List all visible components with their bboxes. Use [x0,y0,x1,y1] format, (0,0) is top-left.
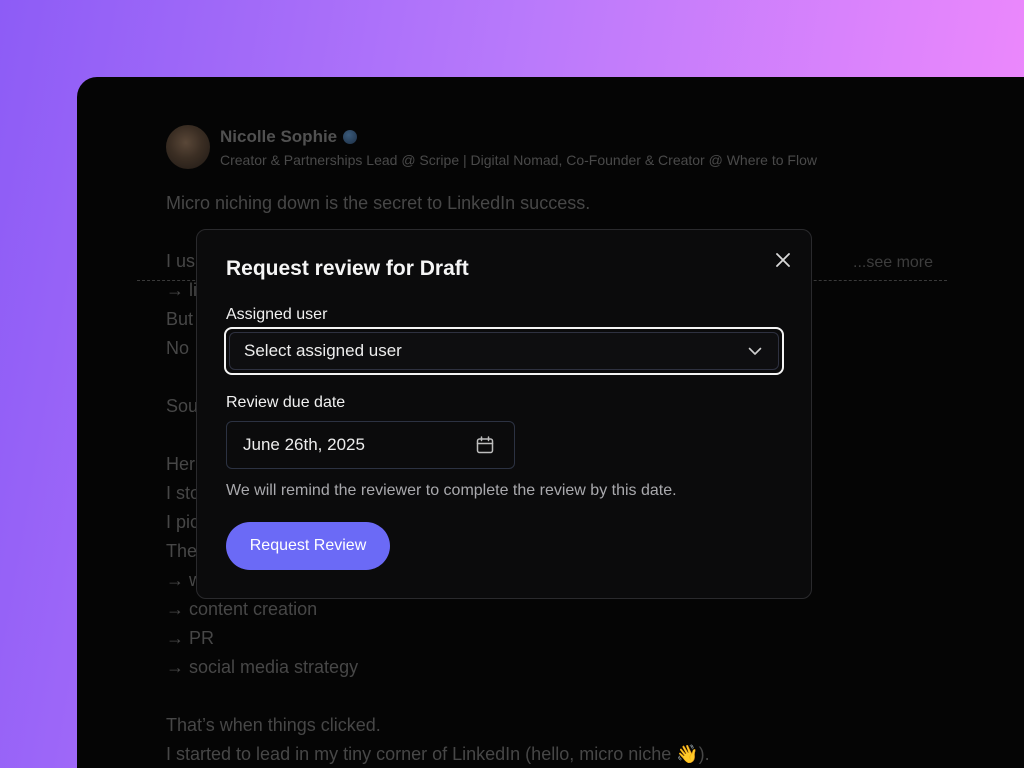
chevron-down-icon [748,347,762,355]
due-date-picker[interactable]: June 26th, 2025 [226,421,515,469]
see-more-link[interactable]: ...see more [853,254,933,272]
calendar-icon [476,436,494,454]
post-line: → PR [166,628,215,648]
post-line: → content creation [166,599,318,619]
close-button[interactable] [772,249,794,271]
post-line: That’s when things clicked. [166,715,381,735]
post-author: Nicolle Sophie Creator & Partnerships Le… [166,125,986,169]
assigned-user-select[interactable]: Select assigned user [224,327,784,375]
due-date-label: Review due date [226,394,346,411]
avatar[interactable] [166,125,210,169]
due-date-value: June 26th, 2025 [243,435,365,454]
post-line: I started to lead in my tiny corner of L… [166,744,710,764]
assigned-user-label: Assigned user [226,306,328,323]
due-date-helper-text: We will remind the reviewer to complete … [226,482,677,499]
post-line: Micro niching down is the secret to Link… [166,193,591,213]
author-headline: Creator & Partnerships Lead @ Scripe | D… [220,151,817,168]
post-line: → social media strategy [166,657,359,677]
assigned-user-placeholder: Select assigned user [244,341,402,360]
globe-icon [343,129,358,144]
post-line [166,682,986,711]
close-icon [776,253,790,267]
author-name[interactable]: Nicolle Sophie [220,127,337,147]
dialog-title: Request review for Draft [226,257,469,280]
request-review-dialog: Request review for Draft Assigned user S… [196,229,812,599]
request-review-button[interactable]: Request Review [226,522,390,570]
